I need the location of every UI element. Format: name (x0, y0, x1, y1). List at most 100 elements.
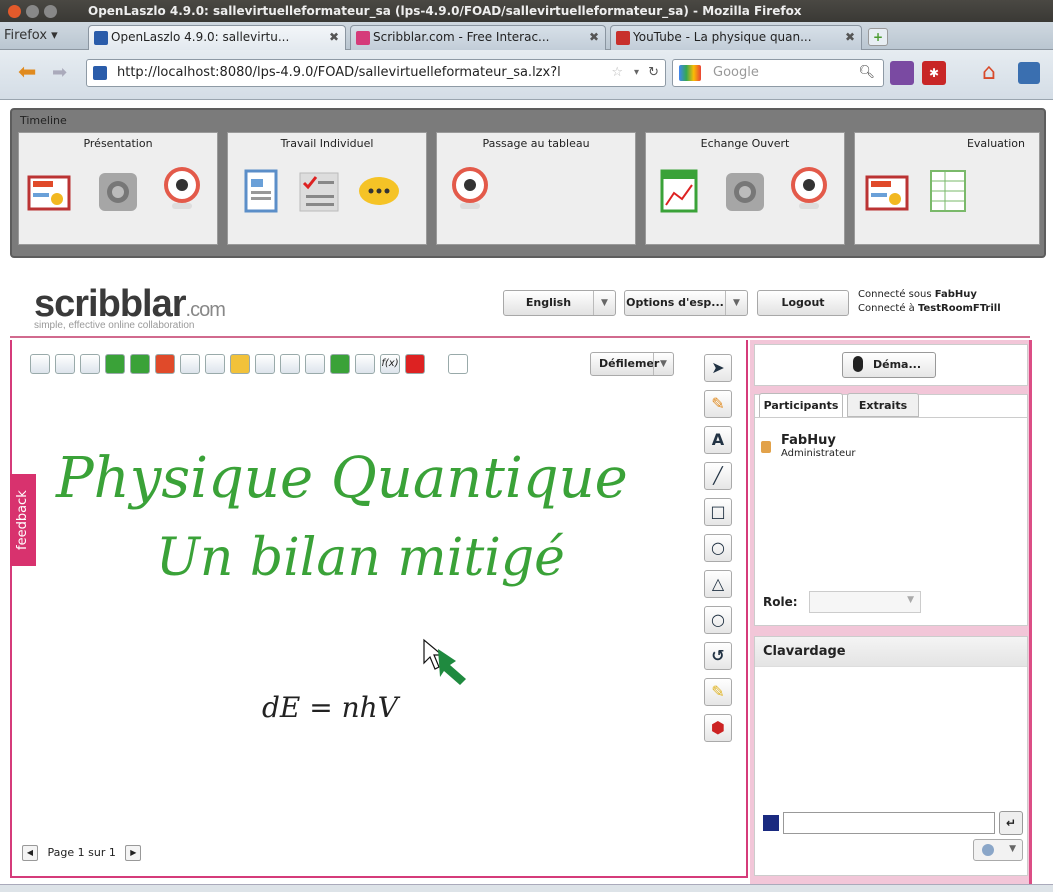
user-icon (761, 441, 771, 453)
firefox-menu-button[interactable]: Firefox ▾ (4, 22, 58, 50)
close-tab-icon[interactable]: ✖ (329, 26, 339, 49)
role-select[interactable]: ▼ (809, 591, 921, 613)
redo-icon[interactable] (130, 354, 150, 374)
options-label: Options d'esp... (626, 296, 724, 309)
phase-echange-ouvert[interactable]: Echange Ouvert (645, 132, 845, 245)
line-tool-icon[interactable]: ╱ (704, 462, 732, 490)
chat-bubble-icon[interactable] (356, 167, 402, 215)
emoticon-select[interactable]: ▼ (973, 839, 1023, 861)
eraser-icon[interactable]: ↺ (704, 642, 732, 670)
circle-tool-icon[interactable]: ○ (704, 606, 732, 634)
microphone-icon (853, 356, 863, 372)
search-icon[interactable]: 🔍︎ (858, 60, 875, 86)
next-page-button[interactable]: ▶ (125, 845, 142, 861)
phase-travail-individuel[interactable]: Travail Individuel (227, 132, 427, 245)
triangle-tool-icon[interactable]: △ (704, 570, 732, 598)
phase-presentation[interactable]: Présentation (18, 132, 218, 245)
close-tab-icon[interactable]: ✖ (589, 26, 599, 49)
grid-icon[interactable] (355, 354, 375, 374)
chat-input[interactable] (783, 812, 995, 834)
home-icon[interactable]: ⌂ (982, 60, 996, 85)
bug-icon[interactable] (405, 354, 425, 374)
brand-suffix: .com (185, 299, 226, 321)
document-upload-icon[interactable] (280, 354, 300, 374)
start-audio-button[interactable]: Déma... (842, 352, 936, 378)
chat-title: Clavardage (755, 637, 1027, 667)
addon-star-icon[interactable]: ✱ (922, 61, 946, 85)
webcam-icon[interactable] (159, 167, 205, 215)
tab-scribblar[interactable]: Scribblar.com - Free Interac... ✖ (350, 25, 606, 50)
scroll-mode-select[interactable]: Défilemer ▼ (590, 352, 674, 376)
screenshot-icon[interactable] (305, 354, 325, 374)
logout-button[interactable]: Logout (757, 290, 849, 316)
back-arrow-icon[interactable]: ⬅ (18, 60, 36, 85)
speaker-icon[interactable] (722, 167, 768, 215)
cursor-arrow-icon (423, 638, 466, 685)
table-sheet-icon[interactable] (925, 167, 971, 215)
paste-icon[interactable] (80, 354, 100, 374)
pencil-icon[interactable]: ✎ (704, 390, 732, 418)
lock-icon[interactable] (230, 354, 250, 374)
tab-openlaszlo[interactable]: OpenLaszlo 4.9.0: sallevirtu... ✖ (88, 25, 346, 50)
undo-icon[interactable] (105, 354, 125, 374)
sidebar-toggle-icon[interactable] (1018, 62, 1040, 84)
spreadsheet-chart-icon[interactable] (656, 167, 702, 215)
tab-extraits[interactable]: Extraits (847, 393, 919, 417)
pointer-icon[interactable] (330, 354, 350, 374)
url-bar[interactable]: http://localhost:8080/lps-4.9.0/FOAD/sal… (86, 59, 666, 87)
forward-arrow-icon[interactable]: ➡ (52, 62, 67, 83)
bookmark-star-icon[interactable]: ☆ (611, 60, 623, 86)
connected-room: TestRoomFTrill (918, 303, 1001, 314)
ellipse-tool-icon[interactable]: ○ (704, 534, 732, 562)
text-tool-icon[interactable]: A (704, 426, 732, 454)
webcam-icon[interactable] (447, 167, 493, 215)
chevron-down-icon: ▼ (725, 291, 747, 315)
language-label: English (525, 296, 572, 309)
highlighter-icon[interactable]: ✎ (704, 678, 732, 706)
rectangle-tool-icon[interactable]: □ (704, 498, 732, 526)
bring-forward-icon[interactable] (180, 354, 200, 374)
send-message-button[interactable]: ↵ (999, 811, 1023, 835)
new-tab-button[interactable]: + (868, 28, 888, 46)
slideshow-icon[interactable] (27, 167, 73, 215)
language-select[interactable]: English ▼ (503, 290, 616, 316)
search-input[interactable]: Google 🔍︎ (672, 59, 884, 87)
google-engine-icon[interactable] (679, 65, 701, 81)
role-label: Role: (763, 595, 798, 609)
minimize-window-button[interactable] (26, 5, 39, 18)
delete-icon[interactable] (155, 354, 175, 374)
participant-item[interactable]: FabHuy Administrateur (761, 433, 856, 459)
chat-color-swatch[interactable] (763, 815, 779, 831)
phase-passage-au-tableau[interactable]: Passage au tableau (436, 132, 636, 245)
formula-text: dE = nhV (262, 691, 401, 724)
checklist-icon[interactable] (296, 167, 342, 215)
formula-icon[interactable]: f(x) (380, 354, 400, 374)
close-tab-icon[interactable]: ✖ (845, 26, 855, 49)
url-dropdown-icon[interactable]: ▾ (634, 60, 639, 86)
speaker-icon[interactable] (95, 167, 141, 215)
scribblar-favicon-icon (356, 31, 370, 45)
select-arrow-icon[interactable]: ➤ (704, 354, 732, 382)
phase-evaluation[interactable]: Evaluation (854, 132, 1040, 245)
cut-icon[interactable] (30, 354, 50, 374)
addon-puzzle-icon[interactable] (890, 61, 914, 85)
feedback-tab[interactable]: feedback (10, 474, 36, 566)
tab-participants[interactable]: Participants (759, 393, 843, 417)
previous-page-button[interactable]: ◀ (22, 845, 38, 861)
maximize-window-button[interactable] (44, 5, 57, 18)
tab-youtube[interactable]: YouTube - La physique quan... ✖ (610, 25, 862, 50)
copy-icon[interactable] (55, 354, 75, 374)
stamp-icon[interactable]: ⬢ (704, 714, 732, 742)
connected-as-prefix: Connecté sous (858, 289, 935, 300)
color-picker-icon[interactable] (448, 354, 468, 374)
image-icon[interactable] (255, 354, 275, 374)
browser-statusbar (0, 884, 1053, 892)
send-back-icon[interactable] (205, 354, 225, 374)
close-window-button[interactable] (8, 5, 21, 18)
options-select[interactable]: Options d'esp... ▼ (624, 290, 748, 316)
document-icon[interactable] (238, 167, 284, 215)
tab-label: YouTube - La physique quan... (633, 30, 812, 44)
slideshow-icon[interactable] (865, 167, 911, 215)
webcam-icon[interactable] (786, 167, 832, 215)
reload-icon[interactable]: ↻ (648, 60, 659, 86)
